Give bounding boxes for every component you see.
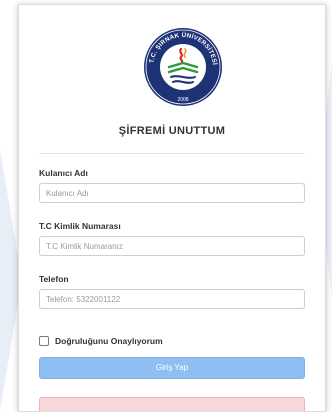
username-label: Kulanıcı Adı bbox=[39, 168, 88, 178]
confirm-row[interactable]: Doğruluğunu Onaylıyorum bbox=[39, 334, 163, 348]
login-button[interactable]: Giriş Yap bbox=[39, 357, 305, 379]
phone-label: Telefon bbox=[39, 274, 69, 284]
page-title: ŞİFREMİ UNUTTUM bbox=[118, 125, 226, 137]
forgot-password-card: T.C. ŞIRNAK ÜNİVERSİTESİ 2008 ŞİFREMİ UN… bbox=[18, 4, 326, 412]
university-logo-icon: T.C. ŞIRNAK ÜNİVERSİTESİ 2008 bbox=[144, 28, 222, 106]
username-input[interactable] bbox=[39, 183, 305, 203]
phone-input[interactable] bbox=[39, 289, 305, 309]
tc-label: T.C Kimlik Numarası bbox=[39, 221, 121, 231]
alert-box bbox=[39, 397, 305, 411]
logo-year: 2008 bbox=[177, 97, 188, 103]
tc-input[interactable] bbox=[39, 236, 305, 256]
confirm-checkbox[interactable] bbox=[39, 336, 49, 346]
confirm-label: Doğruluğunu Onaylıyorum bbox=[55, 336, 163, 346]
title-divider bbox=[39, 153, 305, 154]
